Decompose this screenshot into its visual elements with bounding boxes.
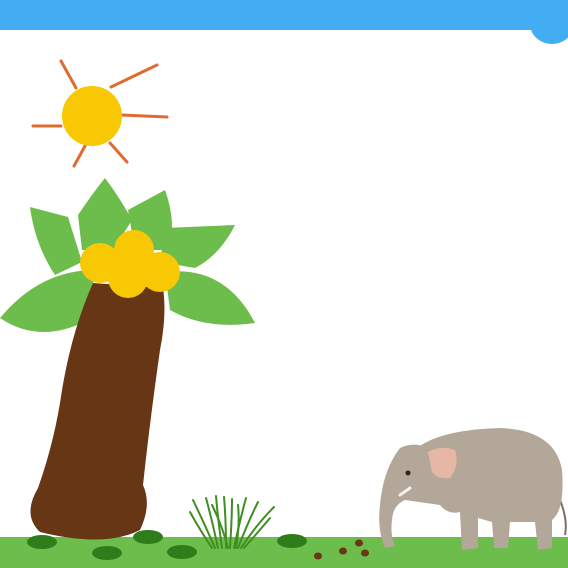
- stage-canvas: [0, 59, 568, 568]
- elephant-eye: [405, 470, 411, 476]
- elephant-icon[interactable]: [379, 428, 567, 550]
- sun-icon[interactable]: [31, 59, 169, 168]
- palm-tree-icon[interactable]: [0, 178, 255, 540]
